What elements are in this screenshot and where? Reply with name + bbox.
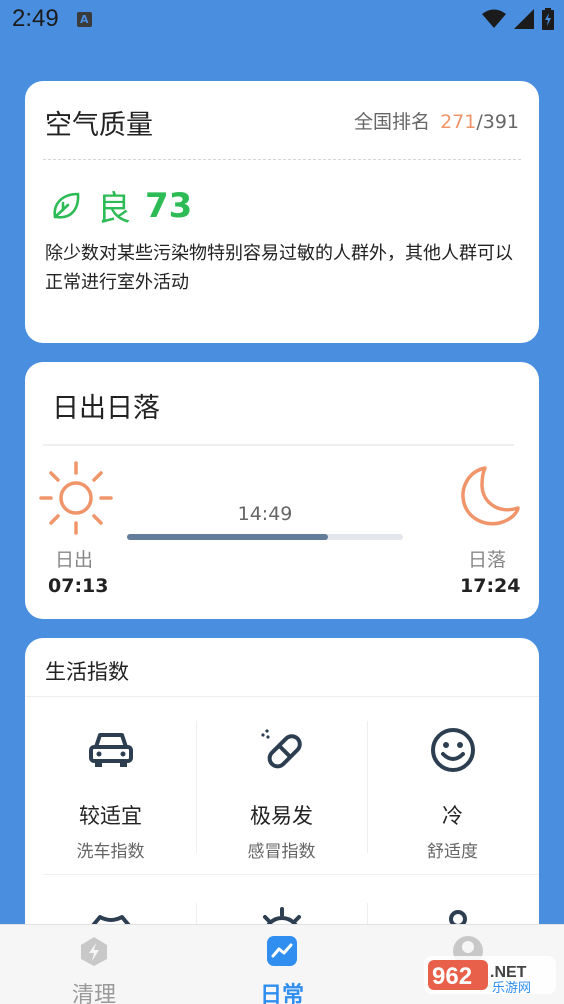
lightning-icon xyxy=(81,937,107,966)
rank-label: 全国排名 xyxy=(354,111,431,133)
nav-label: 日常 xyxy=(259,983,304,1004)
svg-text:乐游网: 乐游网 xyxy=(492,981,531,996)
sunset-time: 17:24 xyxy=(460,575,521,597)
sunset-label: 日落 xyxy=(468,549,507,571)
sunrise-label: 日出 xyxy=(55,549,94,571)
leaf-icon xyxy=(53,192,80,219)
chart-icon xyxy=(267,936,297,966)
car-icon xyxy=(89,733,133,767)
life-index-title: 生活指数 xyxy=(45,660,129,684)
signal-icon xyxy=(514,9,534,29)
pill-icon xyxy=(261,729,302,769)
aqi-level: 良 73 xyxy=(49,181,192,230)
wifi-icon xyxy=(482,9,506,28)
air-quality-card[interactable]: 空气质量 全国排名 271/391 良 73 除少数对某些污染物特别容易过敏的人群… xyxy=(25,81,539,343)
smile-icon xyxy=(431,728,475,772)
svg-text:962: 962 xyxy=(432,963,472,990)
sunrise-sunset-card: 日出日落 14:49 日出 07:13 日落 17:24 xyxy=(25,362,539,619)
aqi-description: 除少数对某些污染物特别容易过敏的人群外，其他人群可以正常进行室外活动 xyxy=(45,243,513,293)
battery-icon xyxy=(542,8,554,30)
life-index-name: 洗车指数 xyxy=(76,842,145,862)
svg-text:.NET: .NET xyxy=(490,964,527,981)
nav-label: 清理 xyxy=(71,983,116,1004)
rank-total: 391 xyxy=(482,111,519,133)
daylight-progress-fill xyxy=(127,534,329,540)
life-index-comfort[interactable]: 冷 舒适度 xyxy=(367,697,538,873)
nav-tab-daily[interactable]: 日常 xyxy=(222,925,342,1004)
life-index-value: 极易发 xyxy=(250,804,313,828)
life-index-name: 感冒指数 xyxy=(247,842,316,862)
air-quality-title: 空气质量 xyxy=(45,110,153,141)
moon-icon xyxy=(461,466,520,526)
sun-icon xyxy=(39,461,113,535)
site-watermark-logo: 962 .NET 乐游网 xyxy=(424,956,556,996)
life-index-value: 冷 xyxy=(442,804,463,828)
life-index-grid: 较适宜 洗车指数 极易发 感冒指数 冷 舒适度 xyxy=(25,697,539,873)
current-time: 14:49 xyxy=(237,503,293,525)
sun-title: 日出日落 xyxy=(52,393,160,424)
national-rank: 全国排名 271/391 xyxy=(354,107,519,134)
sunrise-time: 07:13 xyxy=(48,575,109,597)
status-bar: 2:49 A xyxy=(0,0,564,38)
status-time: 2:49 xyxy=(12,5,59,32)
daylight-progress xyxy=(127,534,403,540)
divider xyxy=(43,159,521,160)
divider xyxy=(43,444,514,446)
aqi-value: 73 xyxy=(145,185,193,226)
life-index-name: 舒适度 xyxy=(427,842,478,862)
life-index-cold[interactable]: 极易发 感冒指数 xyxy=(196,697,367,873)
aqi-level-text: 良 xyxy=(97,189,131,229)
life-index-car-wash[interactable]: 较适宜 洗车指数 xyxy=(25,697,196,873)
status-icons xyxy=(482,8,554,30)
nav-tab-clean[interactable]: 清理 xyxy=(34,925,154,1004)
notification-icon: A xyxy=(76,11,92,27)
rank-value: 271 xyxy=(440,111,477,133)
life-index-value: 较适宜 xyxy=(79,804,142,828)
